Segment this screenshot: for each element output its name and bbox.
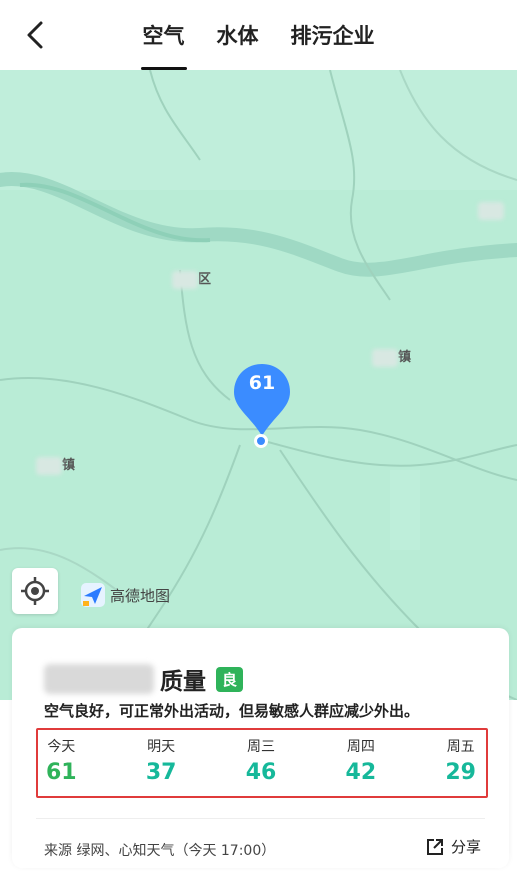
forecast-day: 今天 61 xyxy=(46,736,77,796)
map-view[interactable]: 区 镇 镇 61 高德地图 xyxy=(0,70,517,700)
map-place-label: 镇 xyxy=(36,454,76,475)
redacted-place-name xyxy=(36,456,62,475)
forecast-day: 明天 37 xyxy=(146,736,177,796)
top-bar: 空气 水体 排污企业 xyxy=(0,0,517,70)
redacted-city-name xyxy=(44,664,154,694)
forecast-aqi-value: 61 xyxy=(46,760,77,785)
share-button[interactable]: 分享 xyxy=(425,836,481,857)
forecast-day-label: 周五 xyxy=(446,739,475,755)
forecast-aqi-value: 46 xyxy=(245,760,277,785)
forecast-aqi-value: 42 xyxy=(345,760,377,785)
aqi-map-marker[interactable]: 61 xyxy=(232,362,292,442)
forecast-day: 周四 42 xyxy=(346,736,377,796)
aqi-level-badge: 良 xyxy=(216,666,244,692)
forecast-day-label: 周三 xyxy=(247,739,275,755)
tab-water[interactable]: 水体 xyxy=(215,14,261,56)
redacted-place-name xyxy=(478,202,504,220)
card-title-row: 质量 良 xyxy=(44,662,244,696)
share-label: 分享 xyxy=(450,838,481,856)
map-provider-logo: 高德地图 xyxy=(80,582,170,608)
forecast-aqi-value: 29 xyxy=(445,760,476,785)
health-advice: 空气良好，可正常外出活动，但易敏感人群应减少外出。 xyxy=(44,702,420,720)
redacted-place-name xyxy=(172,270,198,289)
forecast-aqi-value: 37 xyxy=(145,760,177,785)
redacted-place-name xyxy=(372,348,398,367)
air-quality-card: 质量 良 空气良好，可正常外出活动，但易敏感人群应减少外出。 今天 61 明天 … xyxy=(12,628,509,868)
map-place-label xyxy=(478,202,504,220)
location-dot xyxy=(254,434,268,448)
forecast-day-label: 今天 xyxy=(47,739,76,755)
data-source: 来源 绿网、心知天气（今天 17:00） xyxy=(44,843,276,859)
aqi-forecast: 今天 61 明天 37 周三 46 周四 42 周五 29 xyxy=(36,728,488,798)
card-title: 质量 xyxy=(160,669,206,695)
marker-aqi-value: 61 xyxy=(248,372,276,394)
tab-air[interactable]: 空气 xyxy=(140,14,187,70)
forecast-day-label: 明天 xyxy=(147,739,176,755)
forecast-day-label: 周四 xyxy=(346,739,375,755)
crosshair-icon xyxy=(21,577,49,605)
locate-button[interactable] xyxy=(12,568,58,614)
forecast-day: 周三 46 xyxy=(246,736,277,796)
category-tabs: 空气 水体 排污企业 xyxy=(0,0,517,70)
map-provider-label: 高德地图 xyxy=(110,586,171,605)
amap-logo-icon xyxy=(81,583,105,607)
share-icon xyxy=(426,838,443,855)
divider xyxy=(36,818,485,819)
forecast-day: 周五 29 xyxy=(445,736,476,796)
map-place-label: 镇 xyxy=(372,346,412,367)
tab-polluting-companies[interactable]: 排污企业 xyxy=(289,14,377,56)
map-place-label: 区 xyxy=(172,268,212,289)
